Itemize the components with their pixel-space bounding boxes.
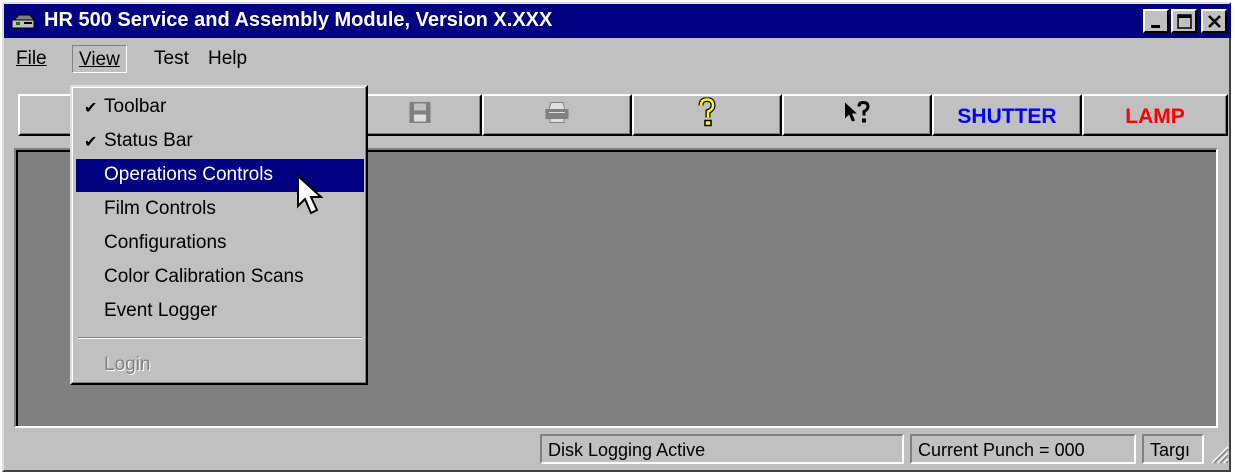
menu-bar: File View Test Help xyxy=(4,40,1231,74)
save-button[interactable] xyxy=(358,94,482,136)
view-menu-configurations-label: Configurations xyxy=(104,232,227,253)
view-menu-dropdown: ✔ Toolbar ✔ Status Bar Operations Contro… xyxy=(70,85,368,385)
close-button[interactable] xyxy=(1201,9,1227,33)
maximize-button[interactable] xyxy=(1171,9,1197,33)
menu-view-label: View xyxy=(79,49,120,70)
view-menu-color-calibration-scans[interactable]: Color Calibration Scans xyxy=(76,261,364,294)
help-button[interactable] xyxy=(632,94,782,136)
lamp-label: LAMP xyxy=(1125,105,1185,128)
menu-help-label: Help xyxy=(208,48,248,69)
print-button[interactable] xyxy=(482,94,632,136)
current-punch-status: Current Punch = 000 xyxy=(910,434,1136,464)
printer-icon xyxy=(544,102,570,129)
title-bar[interactable]: HR 500 Service and Assembly Module, Vers… xyxy=(4,4,1231,38)
menu-help[interactable]: Help xyxy=(202,45,253,73)
window-title: HR 500 Service and Assembly Module, Vers… xyxy=(44,9,553,31)
shutter-button[interactable]: SHUTTER xyxy=(932,94,1082,136)
view-menu-login: Login xyxy=(76,349,364,382)
view-menu-operations-controls-label: Operations Controls xyxy=(104,164,273,185)
checkmark-icon: ✔ xyxy=(84,100,98,117)
context-help-button[interactable] xyxy=(782,94,932,136)
mouse-pointer-icon xyxy=(297,174,324,215)
view-menu-status-bar-label: Status Bar xyxy=(104,130,193,151)
view-menu-film-controls-label: Film Controls xyxy=(104,198,216,219)
view-menu-login-label: Login xyxy=(104,354,151,375)
menu-file-label: File xyxy=(16,48,47,69)
checkmark-icon: ✔ xyxy=(84,134,98,151)
menu-separator xyxy=(78,337,362,339)
view-menu-status-bar[interactable]: ✔ Status Bar xyxy=(76,125,364,158)
menu-test-label: Test xyxy=(154,48,189,69)
disk-logging-status: Disk Logging Active xyxy=(540,434,904,464)
arrow-question-icon xyxy=(843,100,871,130)
app-icon[interactable] xyxy=(10,11,36,31)
menu-view[interactable]: View xyxy=(72,45,127,73)
view-menu-event-logger[interactable]: Event Logger xyxy=(76,295,364,328)
minimize-button[interactable] xyxy=(1143,9,1169,33)
view-menu-toolbar[interactable]: ✔ Toolbar xyxy=(76,91,364,124)
view-menu-color-calibration-scans-label: Color Calibration Scans xyxy=(104,266,304,287)
lamp-button[interactable]: LAMP xyxy=(1082,94,1228,136)
menu-file[interactable]: File xyxy=(10,45,53,73)
menu-test[interactable]: Test xyxy=(148,45,195,73)
shutter-label: SHUTTER xyxy=(957,105,1057,128)
view-menu-event-logger-label: Event Logger xyxy=(104,300,218,321)
floppy-disk-icon xyxy=(409,102,431,129)
view-menu-configurations[interactable]: Configurations xyxy=(76,227,364,260)
question-mark-icon xyxy=(697,96,717,133)
status-bar: Disk Logging Active Current Punch = 000 … xyxy=(4,432,1231,466)
resize-grip-icon[interactable] xyxy=(1209,444,1229,464)
view-menu-toolbar-label: Toolbar xyxy=(104,96,167,117)
target-status: Targı xyxy=(1142,434,1204,464)
